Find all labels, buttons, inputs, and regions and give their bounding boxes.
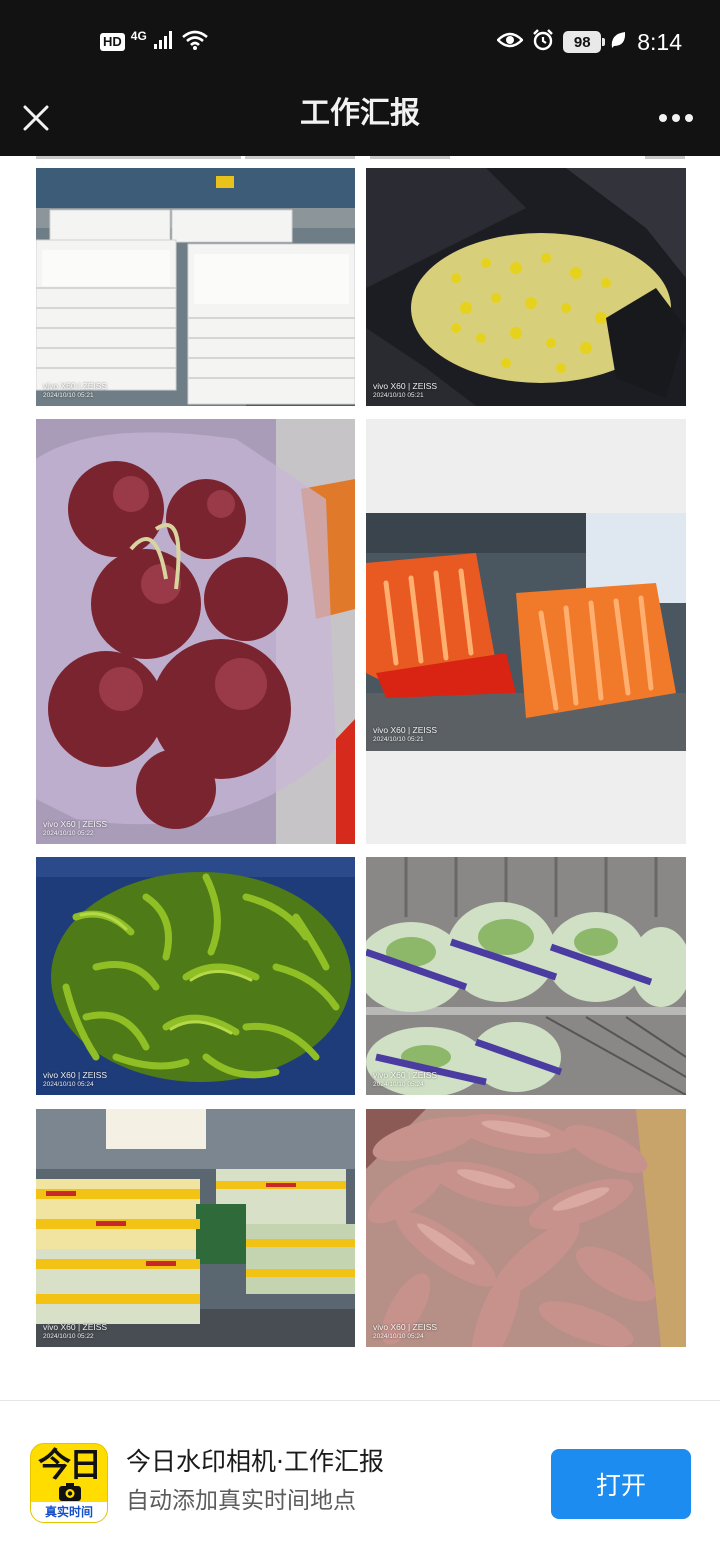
app-icon[interactable]: 今日 真实时间: [30, 1443, 108, 1523]
status-right: 98 8:14: [496, 26, 682, 58]
network-type: 4G: [130, 29, 147, 43]
photo-watermark: vivo X60 | ZEISS 2024/10/10 05:22: [43, 1322, 108, 1340]
photo-watermark: vivo X60 | ZEISS 2024/10/10 05:22: [43, 819, 108, 837]
photo-sweet-potatoes[interactable]: vivo X60 | ZEISS 2024/10/10 05:24: [366, 1109, 686, 1347]
photo-wrapped-bundles[interactable]: vivo X60 | ZEISS 2024/10/10 05:22: [36, 1109, 355, 1347]
status-bar: HD 4G 98 8:14: [0, 0, 720, 84]
more-icon: [659, 114, 693, 122]
photo-watermark: vivo X60 | ZEISS 2024/10/10 05:24: [373, 1070, 438, 1088]
photo-watermark: vivo X60 | ZEISS 2024/10/10 05:24: [43, 1070, 108, 1088]
hd-badge: HD: [100, 33, 125, 51]
app-description: 自动添加真实时间地点: [126, 1488, 356, 1514]
divider: [645, 156, 685, 159]
camera-icon: [59, 1483, 81, 1501]
title-bar: 工作汇报: [0, 84, 720, 156]
divider: [245, 156, 355, 159]
clock: 8:14: [637, 28, 682, 55]
app-name: 今日水印相机·工作汇报: [126, 1447, 384, 1476]
more-button[interactable]: [648, 92, 704, 144]
photo-packaged-vegetables[interactable]: vivo X60 | ZEISS 2024/10/10 05:24: [366, 857, 686, 1095]
photo-green-chilis[interactable]: vivo X60 | ZEISS 2024/10/10 05:24: [36, 857, 355, 1095]
photo-watermark: vivo X60 | ZEISS 2024/10/10 05:24: [373, 1322, 438, 1340]
photo-trays[interactable]: vivo X60 | ZEISS 2024/10/10 05:21: [36, 168, 355, 406]
app-icon-text: 今日: [38, 1445, 102, 1484]
photo-carrots[interactable]: vivo X60 | ZEISS 2024/10/10 05:21: [366, 419, 686, 844]
photo-grid: vivo X60 | ZEISS 2024/10/10 05:21 vivo X…: [0, 156, 720, 1400]
status-left: HD 4G: [100, 26, 209, 58]
eye-icon: [496, 30, 524, 54]
photo-watermark: vivo X60 | ZEISS 2024/10/10 05:21: [373, 381, 438, 399]
app-icon-caption: 真实时间: [31, 1502, 107, 1522]
battery-icon: 98: [563, 31, 606, 53]
alarm-icon: [531, 28, 555, 56]
divider: [370, 156, 450, 159]
photo-red-onions[interactable]: vivo X60 | ZEISS 2024/10/10 05:22: [36, 419, 355, 844]
wifi-icon: [181, 29, 209, 55]
photo-bean-sprouts[interactable]: vivo X60 | ZEISS 2024/10/10 05:21: [366, 168, 686, 406]
photo-watermark: vivo X60 | ZEISS 2024/10/10 05:21: [373, 725, 438, 743]
signal-icon: [153, 30, 175, 54]
leaf-icon: [609, 30, 627, 54]
photo-watermark: vivo X60 | ZEISS 2024/10/10 05:21: [43, 381, 108, 399]
page-title: 工作汇报: [300, 96, 420, 131]
divider: [36, 156, 241, 159]
app-download-banner: 今日 真实时间 今日水印相机·工作汇报 自动添加真实时间地点 打开: [0, 1400, 720, 1560]
open-app-button[interactable]: 打开: [551, 1449, 691, 1519]
